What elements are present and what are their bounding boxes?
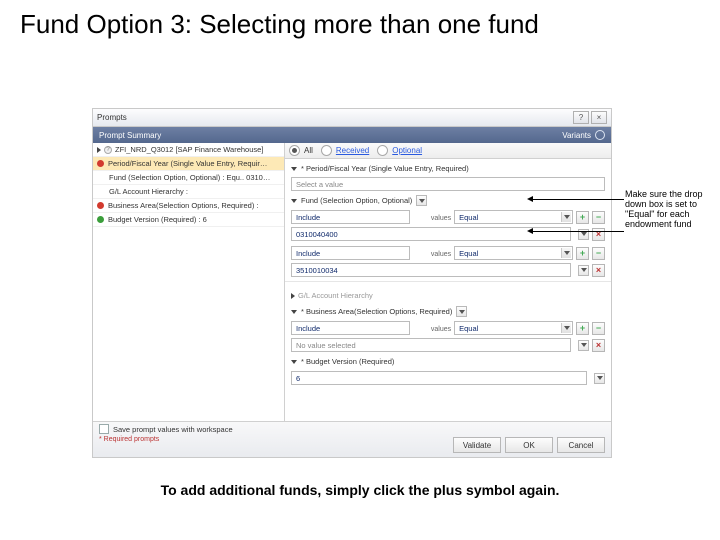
summary-label: Prompt Summary xyxy=(99,131,161,140)
list-item[interactable]: Fund (Selection Option, Optional) : Equ.… xyxy=(93,171,284,185)
ba-include[interactable]: Include xyxy=(291,321,410,335)
radio-all[interactable] xyxy=(289,145,300,156)
bv-label: * Budget Version (Required) xyxy=(301,357,394,366)
variants-label: Variants xyxy=(562,131,591,140)
titlebar: Prompts ? × xyxy=(93,109,611,127)
tab-received[interactable]: Received xyxy=(336,146,369,155)
clear-icon[interactable]: × xyxy=(592,264,605,277)
prompt-list: ?ZFI_NRD_Q3012 [SAP Finance Warehouse] P… xyxy=(93,143,285,421)
radio-optional[interactable] xyxy=(377,145,388,156)
clear-icon[interactable]: × xyxy=(592,228,605,241)
tab-all[interactable]: All xyxy=(304,146,313,155)
plus-icon[interactable]: + xyxy=(576,211,589,224)
help-icon[interactable]: ? xyxy=(573,111,589,124)
chevron-down-icon[interactable] xyxy=(578,340,589,351)
cancel-button[interactable]: Cancel xyxy=(557,437,605,453)
fiscal-input[interactable]: Select a value xyxy=(291,177,605,191)
plus-icon[interactable]: + xyxy=(576,247,589,260)
fund-value-1[interactable]: 3510010034 xyxy=(291,263,571,277)
minus-icon[interactable]: − xyxy=(592,247,605,260)
plus-icon[interactable]: + xyxy=(576,322,589,335)
arrow-line xyxy=(531,199,624,200)
list-item[interactable]: Business Area(Selection Options, Require… xyxy=(93,199,284,213)
list-item[interactable]: G/L Account Hierarchy : xyxy=(93,185,284,199)
radio-received[interactable] xyxy=(321,145,332,156)
slide-caption: To add additional funds, simply click th… xyxy=(0,482,720,498)
tab-optional[interactable]: Optional xyxy=(392,146,422,155)
values-label: values xyxy=(431,251,451,258)
footer: Save prompt values with workspace * Requ… xyxy=(93,421,611,457)
fund-options-icon[interactable] xyxy=(416,195,427,206)
arrow-line xyxy=(531,231,624,232)
ok-button[interactable]: OK xyxy=(505,437,553,453)
window-title: Prompts xyxy=(97,113,127,122)
minus-icon[interactable]: − xyxy=(592,322,605,335)
fiscal-label: * Period/Fiscal Year (Single Value Entry… xyxy=(301,164,469,173)
slide-title: Fund Option 3: Selecting more than one f… xyxy=(0,0,720,46)
summary-bar: Prompt Summary Variants xyxy=(93,127,611,143)
values-label: values xyxy=(431,215,451,222)
clear-icon[interactable]: × xyxy=(592,339,605,352)
prompts-window: Prompts ? × Prompt Summary Variants ?ZFI… xyxy=(92,108,612,458)
bv-value[interactable]: 6 xyxy=(291,371,587,385)
fund-include-1[interactable]: Include xyxy=(291,246,410,260)
minus-icon[interactable]: − xyxy=(592,211,605,224)
fund-label: Fund (Selection Option, Optional) xyxy=(301,196,412,205)
ba-label: * Business Area(Selection Options, Requi… xyxy=(301,307,452,316)
save-checkbox[interactable] xyxy=(99,424,109,434)
list-item[interactable]: Budget Version (Required) : 6 xyxy=(93,213,284,227)
close-icon[interactable]: × xyxy=(591,111,607,124)
ba-operator[interactable]: Equal xyxy=(454,321,573,335)
save-label: Save prompt values with workspace xyxy=(113,425,233,434)
fund-operator-0[interactable]: Equal xyxy=(454,210,573,224)
chevron-down-icon[interactable] xyxy=(578,265,589,276)
values-label: values xyxy=(431,326,451,333)
chevron-down-icon[interactable] xyxy=(594,373,605,384)
gl-label[interactable]: G/L Account Hierarchy xyxy=(298,291,373,300)
annotation-text: Make sure the drop down box is set to "E… xyxy=(625,190,703,230)
gear-icon[interactable] xyxy=(595,130,605,140)
fund-include-0[interactable]: Include xyxy=(291,210,410,224)
prompt-detail: All Received Optional * Period/Fiscal Ye… xyxy=(285,143,611,421)
fund-operator-1[interactable]: Equal xyxy=(454,246,573,260)
ba-value[interactable]: No value selected xyxy=(291,338,571,352)
list-item[interactable]: Period/Fiscal Year (Single Value Entry, … xyxy=(93,157,284,171)
filter-tabs: All Received Optional xyxy=(285,143,611,159)
list-item[interactable]: ?ZFI_NRD_Q3012 [SAP Finance Warehouse] xyxy=(93,143,284,157)
ba-options-icon[interactable] xyxy=(456,306,467,317)
validate-button[interactable]: Validate xyxy=(453,437,501,453)
